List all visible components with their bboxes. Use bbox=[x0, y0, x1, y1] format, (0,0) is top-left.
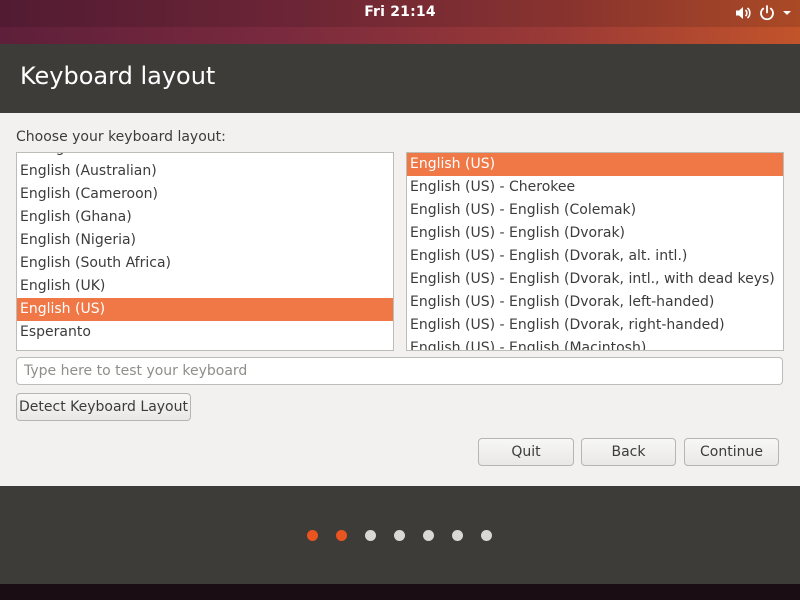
progress-dot bbox=[307, 530, 318, 541]
variant-list-item[interactable]: English (US) - English (Macintosh) bbox=[407, 337, 783, 350]
layout-list-item[interactable]: Esperanto bbox=[17, 321, 393, 344]
layout-list[interactable]: DzongkhaEnglish (Australian)English (Cam… bbox=[16, 152, 394, 351]
window-header: Keyboard layout bbox=[0, 44, 800, 113]
layout-list-item[interactable]: English (Australian) bbox=[17, 160, 393, 183]
back-button[interactable]: Back bbox=[581, 438, 676, 466]
continue-button[interactable]: Continue bbox=[684, 438, 779, 466]
variant-list-item[interactable]: English (US) - Cherokee bbox=[407, 176, 783, 199]
system-tray[interactable] bbox=[734, 3, 792, 23]
layout-list-item[interactable]: English (South Africa) bbox=[17, 252, 393, 275]
installer-window: Keyboard layout Choose your keyboard lay… bbox=[0, 44, 800, 584]
layout-list-item[interactable]: English (UK) bbox=[17, 275, 393, 298]
layout-list-item[interactable]: English (US) bbox=[17, 298, 393, 321]
variant-list[interactable]: English (US) English (US) - Cherokee Engli… bbox=[406, 152, 784, 351]
progress-dot bbox=[336, 530, 347, 541]
top-bar: Fri 21:14 bbox=[0, 0, 800, 27]
volume-icon[interactable] bbox=[734, 5, 752, 21]
choose-layout-label: Choose your keyboard layout: bbox=[16, 129, 226, 145]
layout-list-item[interactable]: Dzongkha bbox=[17, 153, 393, 160]
progress-dot bbox=[394, 530, 405, 541]
variant-list-item[interactable]: English (US) - English (Colemak) bbox=[407, 199, 783, 222]
chevron-down-icon[interactable] bbox=[782, 9, 792, 17]
progress-dot bbox=[365, 530, 376, 541]
variant-list-item[interactable]: English (US) - English (Dvorak, left-han… bbox=[407, 291, 783, 314]
variant-list-item[interactable]: English (US) - English (Dvorak, alt. int… bbox=[407, 245, 783, 268]
detect-layout-button[interactable]: Detect Keyboard Layout bbox=[16, 393, 191, 421]
variant-list-item[interactable]: English (US) bbox=[407, 153, 783, 176]
keyboard-test-input[interactable] bbox=[16, 357, 783, 385]
variant-list-item[interactable]: English (US) - English (Dvorak) bbox=[407, 222, 783, 245]
variant-list-item[interactable]: English (US) - English (Dvorak, intl., w… bbox=[407, 268, 783, 291]
progress-dot bbox=[423, 530, 434, 541]
power-icon[interactable] bbox=[758, 4, 776, 22]
progress-dot bbox=[481, 530, 492, 541]
progress-dots bbox=[0, 530, 800, 542]
progress-footer bbox=[0, 486, 800, 584]
clock[interactable]: Fri 21:14 bbox=[0, 4, 800, 20]
progress-dot bbox=[452, 530, 463, 541]
variant-list-item[interactable]: English (US) - English (Dvorak, right-ha… bbox=[407, 314, 783, 337]
page-title: Keyboard layout bbox=[20, 62, 216, 90]
desktop-bottom-strip bbox=[0, 584, 800, 600]
layout-list-item[interactable]: English (Cameroon) bbox=[17, 183, 393, 206]
layout-list-item[interactable]: English (Nigeria) bbox=[17, 229, 393, 252]
quit-button[interactable]: Quit bbox=[478, 438, 574, 466]
layout-list-item[interactable]: English (Ghana) bbox=[17, 206, 393, 229]
